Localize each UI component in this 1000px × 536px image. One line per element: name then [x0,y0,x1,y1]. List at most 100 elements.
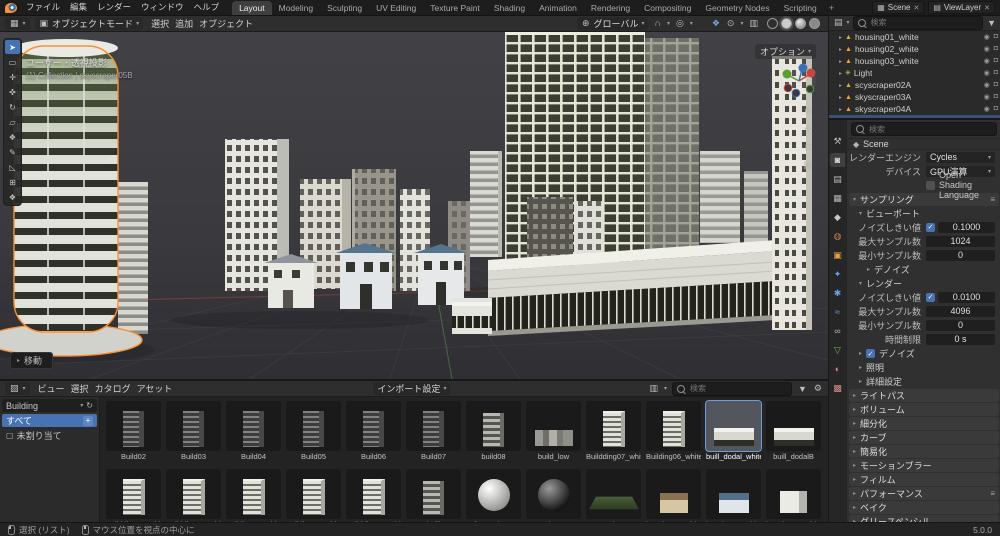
modifiers-properties-tab[interactable]: ✦ [830,267,845,281]
viewport-menu-item[interactable]: 選択 [148,17,172,30]
scene-selector[interactable]: ▦ Scene ✕ [872,1,924,14]
panel-header[interactable]: ▸ボリューム [849,403,999,416]
navigation-gizmo[interactable] [780,62,818,102]
filter-icon[interactable]: ▼ [797,384,808,394]
panel-header[interactable]: ▸照明 [847,361,1000,374]
move-tool[interactable]: ✜ [5,85,20,99]
add-workspace-button[interactable]: + [824,3,839,13]
workspace-tab[interactable]: Shading [487,1,532,15]
panel-header[interactable]: ▸デノイズ [847,263,1000,276]
asset-item[interactable]: Building05_white [286,469,341,525]
editor-type-button[interactable]: ▧ ▾ [5,382,30,395]
data-properties-tab[interactable]: ▽ [830,343,845,357]
blender-logo-icon[interactable] [5,3,17,13]
refresh-icon[interactable]: ↻ [86,401,93,410]
add-cube-tool[interactable]: ⊞ [5,175,20,189]
overlays-dropdown-icon[interactable]: ▾ [740,20,743,27]
box-select-tool[interactable]: ▭ [5,55,20,69]
display-size-icon[interactable]: ▥ [648,383,659,394]
properties-search-input[interactable] [867,124,992,135]
asset-item[interactable]: foo_Sphere [466,469,521,525]
asset-menu-item[interactable]: カタログ [92,382,134,395]
outliner-item[interactable]: ▸▲skyscraper03A◉◘ [829,91,1000,103]
eye-icon[interactable]: ◉ [984,45,990,53]
panel-header[interactable]: ▸フィルム [849,473,999,486]
workspace-tab[interactable]: Scripting [777,1,824,15]
panel-header[interactable]: ▾レンダー [847,277,1000,290]
outliner-item[interactable]: ▸▲skyscraper04A◉◘ [829,103,1000,115]
asset-item[interactable]: Building04_white [226,469,281,525]
asset-item[interactable]: build08 [466,401,521,461]
number-field[interactable]: 0.0100 [938,292,995,303]
catalog-item[interactable]: すべて+ [2,414,97,427]
checkbox[interactable]: ✓ [926,293,935,302]
snap-magnet-icon[interactable]: ∩ [653,18,661,28]
asset-item[interactable]: Ground01.001 [586,469,641,525]
house-2[interactable] [336,243,396,309]
settings-gear-icon[interactable]: ⚙ [813,383,823,394]
viewport-menu-item[interactable]: オブジェクト [196,17,256,30]
unlink-scene-icon[interactable]: ✕ [913,4,919,12]
tool-properties-tab[interactable]: ⚒ [830,134,845,148]
menubar-item[interactable]: レンダー [92,0,136,15]
asset-item[interactable]: Buildding07_white [586,401,641,461]
panel-menu-icon[interactable]: ≡ [990,489,995,498]
number-field[interactable]: 0 s [926,334,995,345]
asset-item[interactable]: Buildding06_white [346,469,401,525]
checkbox[interactable]: ✓ [926,223,935,232]
number-field[interactable]: 4096 [926,306,995,317]
asset-item[interactable]: housing02_white [706,469,761,525]
rendered-shading-icon[interactable] [809,18,820,29]
outliner-search-input[interactable] [869,17,979,28]
filter-icon[interactable]: ▼ [986,18,997,28]
number-field[interactable]: 0.1000 [938,222,995,233]
outliner-item[interactable]: ▸▲housing03_white◉◘ [829,55,1000,67]
number-field[interactable]: 1024 [926,236,995,247]
asset-item[interactable]: glass [526,469,581,525]
eye-icon[interactable]: ◉ [984,105,990,113]
workspace-tab[interactable]: Animation [532,1,584,15]
menubar-item[interactable]: 編集 [65,0,92,15]
orientation-dropdown[interactable]: ⊕ グローバル ▾ [577,17,648,30]
camera-visibility-icon[interactable]: ◘ [994,69,998,77]
add-catalog-button[interactable]: + [83,416,93,426]
eye-icon[interactable]: ◉ [984,69,990,77]
asset-item[interactable]: housing01_white [646,469,701,525]
pan-icon[interactable]: ✛ [804,124,813,135]
object-properties-tab[interactable]: ▣ [830,248,845,262]
building-annex[interactable] [452,298,492,334]
ortho-toggle-icon[interactable]: ▦ [804,160,813,171]
asset-menu-item[interactable]: アセット [134,382,176,395]
panel-header[interactable]: ▸ライトパス [849,389,999,402]
viewlayer-selector[interactable]: ▤ ViewLayer ✕ [928,1,995,14]
disclosure-icon[interactable]: ▸ [839,94,842,101]
building-slab-left[interactable] [118,182,148,334]
outliner-item[interactable]: ▸▲scyscraper02A◉◘ [829,79,1000,91]
panel-menu-icon[interactable]: ≡ [990,195,995,204]
disclosure-icon[interactable]: ▸ [839,46,842,53]
asset-item[interactable]: Build05 [286,401,341,461]
physics-properties-tab[interactable]: ≈ [830,305,845,319]
camera-visibility-icon[interactable]: ◘ [994,81,998,89]
panel-header[interactable]: ▸ベイク [849,501,999,514]
house-3[interactable] [414,244,468,305]
import-settings-dropdown[interactable]: インポート設定 ▾ [373,382,450,395]
material-shading-icon[interactable] [795,18,806,29]
asset-item[interactable]: buill [406,469,461,525]
scene-properties-tab[interactable]: ◆ [830,210,845,224]
asset-item[interactable]: Build02 [106,401,161,461]
annotate-tool[interactable]: ✎ [5,145,20,159]
asset-item[interactable]: Building06_white [646,401,701,461]
asset-item[interactable]: build_low [526,401,581,461]
panel-header[interactable]: ▸モーションブラー [849,459,999,472]
gizmo-toggle-icon[interactable]: ❖ [711,18,721,29]
mode-dropdown[interactable]: ▣ オブジェクトモード ▾ [35,17,144,30]
panel-header[interactable]: ▸パフォーマンス≡ [849,487,999,500]
asset-item[interactable]: buill_dodal_white [706,401,761,461]
world-properties-tab[interactable]: ◍ [830,229,845,243]
constraints-properties-tab[interactable]: ∞ [830,324,845,338]
panel-header[interactable]: ▸詳細設定 [847,375,1000,388]
3d-scene[interactable] [0,32,828,379]
camera-visibility-icon[interactable]: ◘ [994,33,998,41]
editor-type-button[interactable]: ▦ ▾ [5,17,30,30]
